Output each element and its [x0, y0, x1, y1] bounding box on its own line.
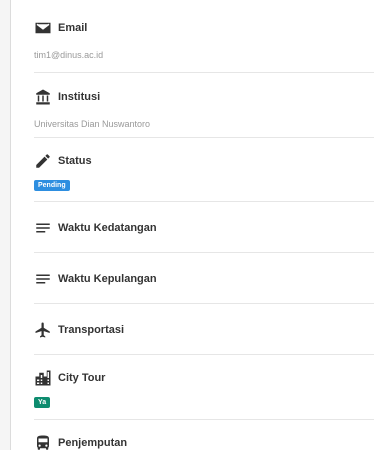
city-tour-label: City Tour — [58, 372, 106, 384]
city-tour-header: City Tour — [34, 369, 105, 387]
email-label: Email — [58, 22, 88, 34]
email-row: Email tim1@dinus.ac.id — [34, 0, 374, 73]
lines-icon — [34, 219, 52, 237]
transport-row: Transportasi — [34, 304, 374, 355]
left-rail — [0, 0, 11, 450]
airplane-icon — [34, 321, 52, 339]
detail-panel: Email tim1@dinus.ac.id Institusi Univers… — [34, 0, 374, 450]
institusi-header: Institusi — [34, 88, 100, 106]
status-header: Status — [34, 152, 92, 170]
departure-time-row: Waktu Kepulangan — [34, 253, 374, 304]
status-row: Status Pending — [34, 138, 374, 202]
city-tour-row: City Tour Ya — [34, 355, 374, 420]
pencil-icon — [34, 152, 52, 170]
lines-icon — [34, 270, 52, 288]
institusi-value: Universitas Dian Nuswantoro — [34, 119, 151, 129]
arrival-time-header: Waktu Kedatangan — [34, 219, 157, 237]
pickup-row: Penjemputan — [34, 420, 374, 457]
departure-time-label: Waktu Kepulangan — [58, 273, 157, 285]
transport-header: Transportasi — [34, 321, 124, 339]
arrival-time-row: Waktu Kedatangan — [34, 202, 374, 253]
pickup-header: Penjemputan — [34, 434, 127, 452]
email-header: Email — [34, 19, 87, 37]
status-label: Status — [58, 155, 92, 167]
pickup-label: Penjemputan — [58, 437, 128, 449]
institusi-label: Institusi — [58, 91, 101, 103]
city-icon — [34, 369, 52, 387]
status-badge: Pending — [34, 180, 70, 191]
transport-label: Transportasi — [58, 324, 125, 336]
departure-time-header: Waktu Kepulangan — [34, 270, 157, 288]
envelope-icon — [34, 19, 52, 37]
arrival-time-label: Waktu Kedatangan — [58, 222, 157, 234]
email-value: tim1@dinus.ac.id — [34, 50, 104, 60]
institution-icon — [34, 88, 52, 106]
bus-icon — [34, 434, 52, 452]
city-tour-badge: Ya — [34, 397, 51, 408]
institusi-row: Institusi Universitas Dian Nuswantoro — [34, 73, 374, 138]
